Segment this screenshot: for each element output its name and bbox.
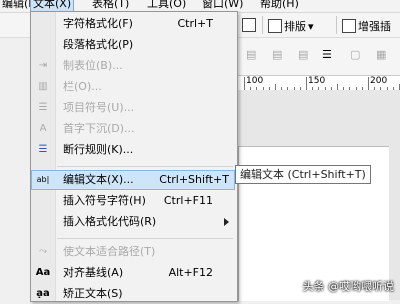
menu-item-label: 插入格式化代码(R) [63,215,157,228]
menu-item-shortcut: Ctrl+Shift+T [159,173,229,186]
menu-item-label: 首字下沉(D)... [63,122,135,135]
menu-item-straighten-text[interactable]: ạa 矫正文本(S) [31,284,235,304]
submenu-arrow-icon [224,218,229,226]
menu-item-line-break-rules[interactable]: ☰ 断行规则(K)... [31,140,235,160]
menu-item-label: 使文本适合路径(T) [63,245,156,258]
menu-table[interactable]: 表格(T) [90,0,131,11]
menu-item-character-format[interactable]: 字符格式化(F) Ctrl+T [31,14,235,34]
tabs-icon: ⇥ [38,60,48,71]
menu-item-label: 字符格式化(F) [63,17,133,30]
edit-text-icon: ab| [36,175,50,184]
menu-item-align-baseline[interactable]: Aa 对齐基线(A) Alt+F12 [31,263,235,283]
toolbox [0,38,30,300]
menu-item-fit-text-to-path[interactable]: ⤳ 使文本适合路径(T) [31,242,235,262]
menu-item-shortcut: Alt+F12 [168,266,213,279]
menu-item-shortcut: Ctrl+T [177,17,213,30]
ruler-tick [368,77,369,90]
watermark: 头条 @哎哟喂听说 [302,280,395,293]
menu-item-label: 断行规则(K)... [63,143,134,156]
menu-item-insert-symbol[interactable]: 插入符号字符(H) Ctrl+F11 [31,191,235,211]
align-center-button[interactable]: ▤ [272,48,282,61]
menu-help[interactable]: 帮助(H) [258,0,301,11]
enhance-button[interactable]: 增强插 [342,18,391,34]
align-center-icon: ▤ [272,48,283,61]
ruler-tick [244,77,245,90]
chevron-down-icon: ▾ [308,19,314,33]
frame-icon: ▢ [350,48,361,61]
text-direction-icon: ▦ [376,48,387,61]
layout-button[interactable]: 排版 ▾ [268,18,314,34]
drop-cap-icon: A [39,123,47,134]
menu-item-label: 对齐基线(A) [63,266,124,279]
ruler-label: 150 [308,76,326,86]
menu-window[interactable]: 窗口(W) [200,0,245,11]
menu-item-label: 段落格式化(P) [63,38,134,51]
menu-separator [57,238,233,239]
align-right-icon: ▤ [298,48,309,61]
text-direction-button[interactable]: ▦ [376,48,386,61]
bullets-icon: ☰ [38,102,48,113]
align-left-icon: ▤ [246,48,257,61]
align-baseline-icon: Aa [35,267,51,278]
tooltip: 编辑文本 (Ctrl+Shift+T) [235,165,371,184]
menu-item-label: 插入符号字符(H) [63,194,146,207]
straighten-text-icon: ạa [36,288,50,299]
text-menu-dropdown: 字符格式化(F) Ctrl+T 段落格式化(P) ⇥ 制表位(B)... ▥ 栏… [30,11,238,302]
menu-item-bullets[interactable]: ☰ 项目符号(U)... [31,98,235,118]
ruler-label: 100 [246,76,264,86]
fit-path-icon: ⤳ [39,246,47,257]
menu-item-drop-cap[interactable]: A 首字下沉(D)... [31,119,235,139]
toolbar-separator [262,16,263,34]
menu-item-columns[interactable]: ▥ 栏(O)... [31,77,235,97]
layout-icon [268,19,282,33]
menu-item-label: 项目符号(U)... [63,101,135,114]
zoom-tool-button[interactable] [242,18,256,32]
menu-item-shortcut: Ctrl+F11 [163,194,213,207]
align-left-button[interactable]: ▤ [246,48,256,61]
menu-item-label: 编辑文本(X)... [63,173,134,186]
columns-button[interactable]: ☰ [322,48,332,61]
menu-item-label: 栏(O)... [63,80,102,93]
horizontal-ruler: 100 150 200 [238,75,400,91]
menu-item-edit-text[interactable]: ab| 编辑文本(X)... Ctrl+Shift+T [31,170,235,190]
align-right-button[interactable]: ▤ [298,48,308,61]
menu-item-insert-format-code[interactable]: 插入格式化代码(R) [31,212,235,232]
menu-tools[interactable]: 工具(O) [145,0,188,11]
line-break-icon: ☰ [38,144,48,155]
menu-item-label: 矫正文本(S) [63,287,123,300]
ruler-label: 200 [370,76,388,86]
menu-item-label: 制表位(B)... [63,59,123,72]
frame-button[interactable]: ▢ [350,48,360,61]
magnifier-icon [242,18,256,32]
columns-icon: ☰ [322,48,332,61]
menu-item-paragraph-format[interactable]: 段落格式化(P) [31,35,235,55]
menu-item-tabs[interactable]: ⇥ 制表位(B)... [31,56,235,76]
enhance-icon [342,19,356,33]
enhance-label: 增强插 [358,20,391,33]
layout-label: 排版 [284,20,306,33]
toolbar-separator [336,16,337,34]
menu-separator [57,166,233,167]
ruler-tick [306,77,307,90]
columns-icon: ▥ [38,81,48,92]
